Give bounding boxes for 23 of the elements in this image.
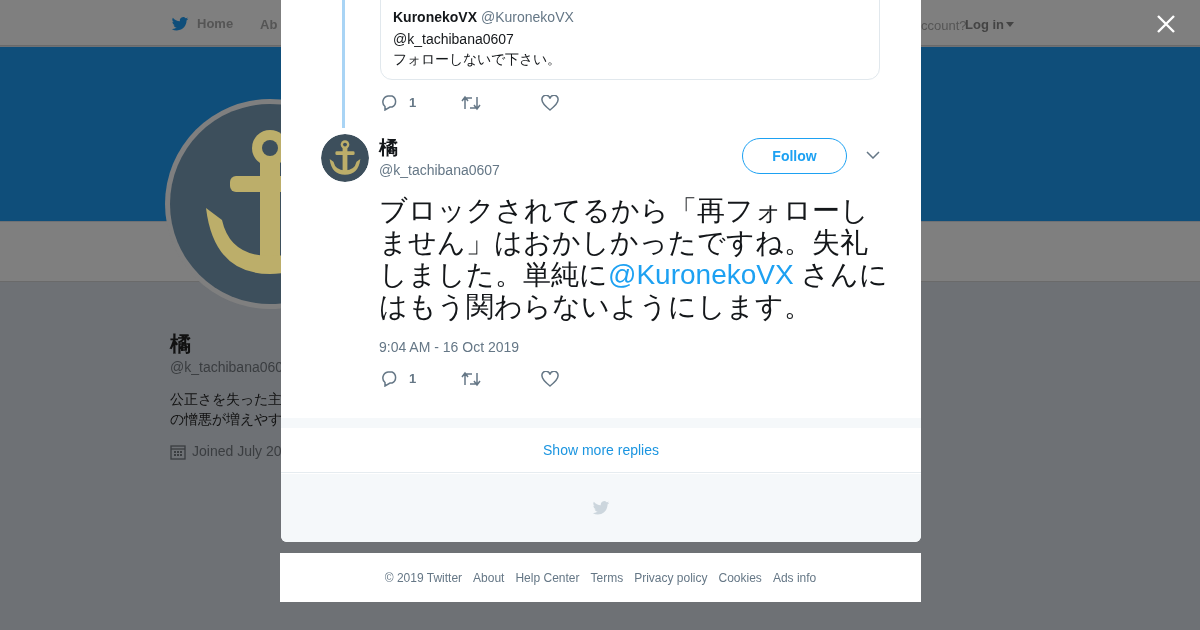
- author-handle: @KuronekoVX: [481, 8, 574, 27]
- reply-button[interactable]: 1: [381, 369, 461, 389]
- mention-link[interactable]: @KuronekoVX: [608, 259, 794, 290]
- footer-link[interactable]: About: [473, 568, 505, 587]
- tweet-timestamp: 9:04 AM - 16 Oct 2019: [379, 338, 520, 357]
- footer-link[interactable]: Terms: [590, 568, 624, 587]
- profile-name: 橘: [170, 331, 191, 357]
- reply-mention: @k_tachibana0607: [393, 30, 515, 49]
- reply-button[interactable]: 1: [381, 93, 461, 113]
- footer-link[interactable]: Privacy policy: [634, 568, 708, 587]
- copyright-text: © 2019 Twitter: [384, 569, 463, 587]
- author-name: 橘: [379, 136, 398, 160]
- quoted-tweet-card[interactable]: KuronekoVX @KuronekoVX @k_tachibana0607 フォローしないで下さい。: [380, 0, 880, 80]
- quoted-text: フォローしないで下さい。: [393, 50, 562, 69]
- footer-link[interactable]: Cookies: [718, 568, 762, 587]
- footer-link[interactable]: Help Center: [515, 568, 580, 587]
- login-link[interactable]: Log in: [965, 15, 1014, 35]
- show-more-replies-link[interactable]: Show more replies: [281, 428, 921, 473]
- author-name: KuronekoVX: [393, 8, 477, 27]
- profile-bio: 公正さを失った主 の憎悪が増えやす: [170, 390, 282, 429]
- author-handle: @k_tachibana0607: [379, 161, 500, 180]
- footer-link[interactable]: Ads info: [772, 568, 817, 587]
- tweet-text: ブロックされてるから「再フォローしません」はおかしかったですね。失礼しました。単純に@KuronekoVX さんにはもう関わらないようにします。: [379, 195, 890, 323]
